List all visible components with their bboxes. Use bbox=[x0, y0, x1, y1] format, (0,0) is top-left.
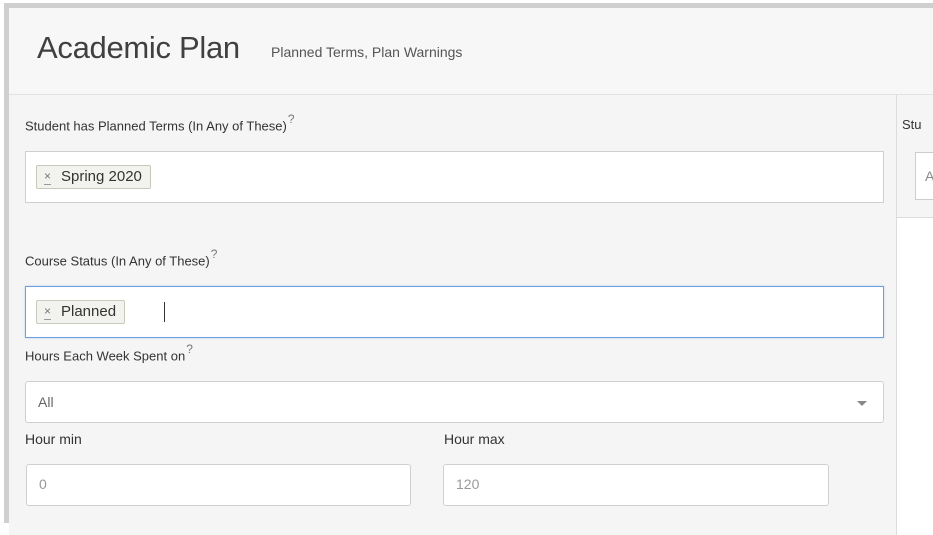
right-filter-value: A bbox=[925, 168, 933, 184]
help-icon[interactable]: ? bbox=[186, 342, 193, 356]
select-value: All bbox=[38, 394, 54, 410]
hour-min-label: Hour min bbox=[25, 431, 82, 447]
hour-min-placeholder: 0 bbox=[39, 476, 47, 492]
page-title: Academic Plan bbox=[37, 30, 240, 65]
planned-terms-label-text: Student has Planned Terms (In Any of The… bbox=[25, 118, 287, 134]
hours-each-week-select[interactable]: All bbox=[25, 381, 884, 423]
hours-each-week-label-text: Hours Each Week Spent on bbox=[25, 348, 186, 364]
right-filter-label: Stu bbox=[902, 117, 922, 132]
tag-label: Spring 2020 bbox=[61, 168, 142, 185]
filter-panel: Academic Plan Planned Terms, Plan Warnin… bbox=[4, 3, 933, 535]
hour-max-placeholder: 120 bbox=[456, 476, 480, 492]
tag-planned: × Planned bbox=[36, 300, 126, 324]
hours-each-week-label: Hours Each Week Spent on? bbox=[25, 342, 193, 364]
hour-max-input[interactable]: 120 bbox=[443, 464, 829, 506]
text-cursor bbox=[164, 302, 165, 322]
right-filter-column: Stu A bbox=[897, 95, 933, 535]
planned-terms-multiselect[interactable]: × Spring 2020 bbox=[25, 151, 884, 203]
course-status-label-text: Course Status (In Any of These) bbox=[25, 253, 210, 269]
tag-spring-2020: × Spring 2020 bbox=[36, 165, 151, 189]
right-filter-group: Stu A bbox=[897, 95, 933, 218]
help-icon[interactable]: ? bbox=[288, 112, 295, 126]
course-status-label: Course Status (In Any of These)? bbox=[25, 247, 218, 269]
right-filter-input[interactable]: A bbox=[915, 152, 933, 200]
remove-tag-icon[interactable]: × bbox=[44, 301, 52, 320]
help-icon[interactable]: ? bbox=[211, 247, 218, 261]
section-header: Academic Plan Planned Terms, Plan Warnin… bbox=[9, 8, 933, 95]
left-filter-column: Student has Planned Terms (In Any of The… bbox=[9, 95, 896, 535]
planned-terms-label: Student has Planned Terms (In Any of The… bbox=[25, 112, 295, 134]
remove-tag-icon[interactable]: × bbox=[44, 166, 52, 185]
tag-label: Planned bbox=[61, 303, 117, 320]
hour-min-input[interactable]: 0 bbox=[26, 464, 411, 506]
page-subtitle: Planned Terms, Plan Warnings bbox=[271, 44, 463, 60]
hour-max-label: Hour max bbox=[444, 431, 505, 447]
chevron-down-icon bbox=[857, 401, 867, 406]
course-status-multiselect[interactable]: × Planned bbox=[25, 286, 884, 338]
